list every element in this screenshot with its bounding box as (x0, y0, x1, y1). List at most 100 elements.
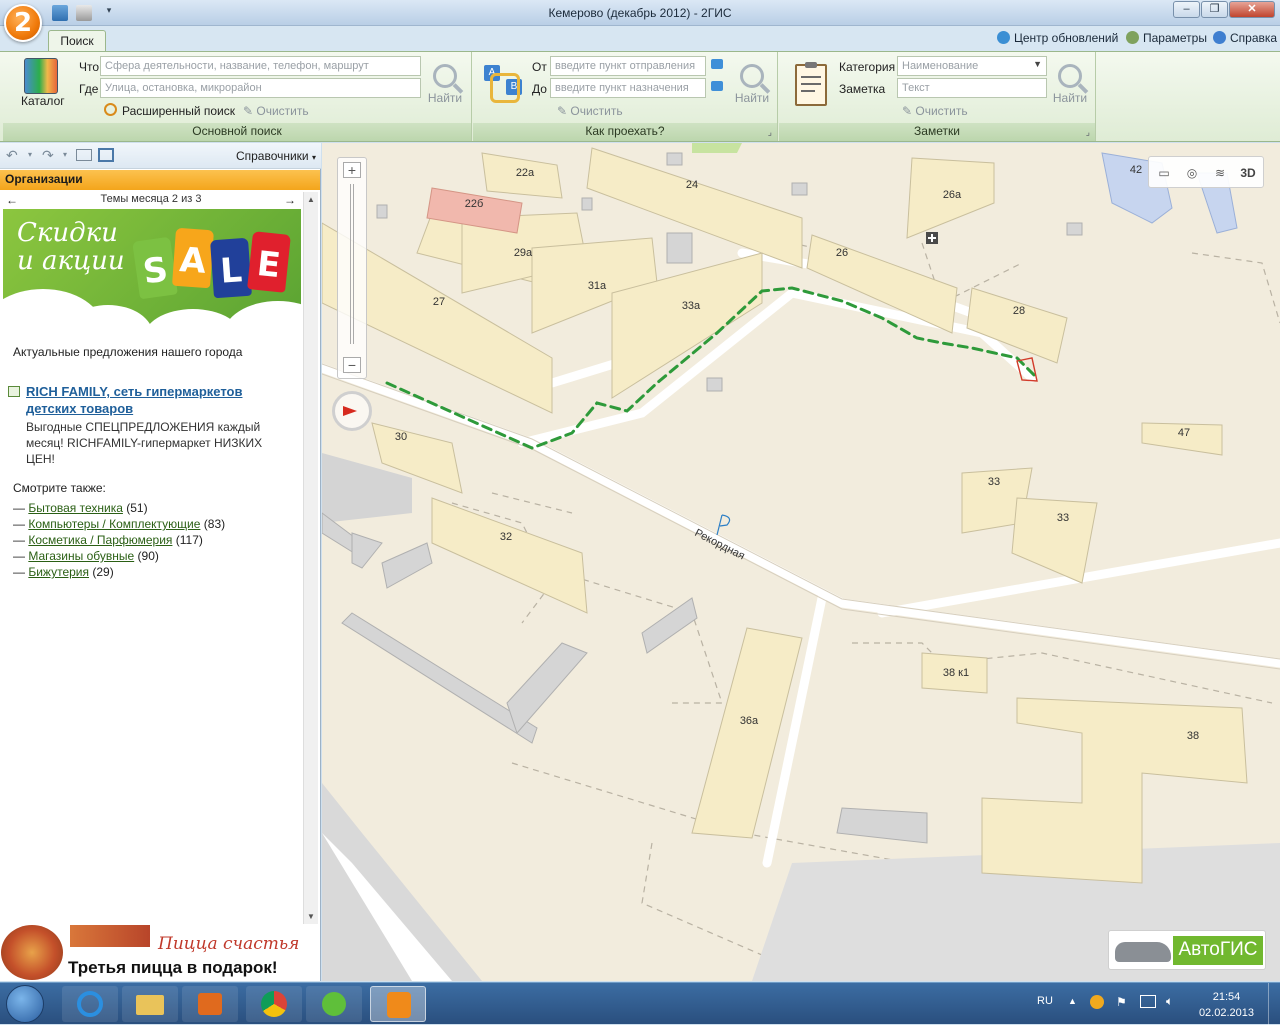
help-label: Справка (1230, 31, 1278, 45)
link-computers[interactable]: Компьютеры / Комплектующие (28, 517, 200, 531)
taskbar-ie-icon[interactable] (62, 986, 118, 1022)
layers-icon[interactable]: ≋ (1209, 163, 1231, 183)
directory-dropdown[interactable]: Справочники ▾ (236, 149, 316, 163)
sale-tag-l: L (210, 237, 252, 299)
scroll-up-icon[interactable]: ▲ (307, 195, 315, 204)
autogis-banner[interactable]: АвтоГИС (1108, 930, 1266, 970)
clear-notes-button[interactable]: ✎ Очистить (902, 104, 968, 118)
route-expand-icon[interactable]: ⌟ (768, 127, 772, 138)
notes-expand-icon[interactable]: ⌟ (1086, 127, 1090, 138)
chevron-down-icon: ▼ (1033, 59, 1042, 69)
forward-dropdown-icon[interactable]: ▾ (63, 150, 67, 159)
catalog-label[interactable]: Каталог (21, 94, 65, 108)
sale-banner[interactable]: Скидки и акции S A L E (3, 209, 301, 331)
find-notes-button[interactable]: Найти (1050, 64, 1090, 105)
link-cosmetics[interactable]: Косметика / Парфюмерия (28, 533, 172, 547)
pizza-title: Пицца счастья (158, 934, 300, 954)
building-label: 47 (1178, 427, 1190, 439)
link-jewelry[interactable]: Бижутерия (28, 565, 89, 579)
link-appliances[interactable]: Бытовая техника (28, 501, 123, 515)
banner-line-2: и акции (17, 246, 125, 276)
from-input[interactable]: введите пункт отправления (550, 56, 706, 76)
list-item: — Магазины обувные (90) (13, 549, 159, 563)
show-desktop-button[interactable] (1268, 983, 1280, 1025)
catalog-icon[interactable] (24, 58, 58, 94)
clock-time: 21:54 (1212, 991, 1241, 1003)
note-input[interactable]: Текст (897, 78, 1047, 98)
panel-view-icon[interactable] (76, 149, 92, 161)
building-label: 32 (500, 531, 512, 543)
building-label: 26 (836, 247, 848, 259)
route-group: A B От введите пункт отправления До введ… (473, 52, 778, 141)
sale-tag-e: E (247, 231, 291, 293)
radius-icon[interactable]: ◎ (1181, 163, 1203, 183)
from-pick-icon[interactable] (711, 59, 723, 69)
taskbar-explorer-icon[interactable] (122, 986, 178, 1022)
start-button[interactable] (6, 985, 44, 1023)
clear-main-button[interactable]: ✎ Очистить (243, 104, 309, 118)
promo-text-line-3: ЦЕН! (26, 452, 55, 466)
compass-button[interactable] (332, 391, 372, 431)
building-label: 29а (514, 247, 533, 259)
route-icon[interactable]: A B (484, 65, 526, 107)
where-input[interactable]: Улица, остановка, микрорайон (100, 78, 421, 98)
promo-title-line-1: RICH FAMILY, сеть гипермаркетов (26, 384, 243, 399)
ribbon-tabs: Поиск Центр обновлений Параметры Справка (0, 26, 1280, 53)
network-icon[interactable] (1140, 995, 1156, 1008)
maximize-button[interactable]: ❐ (1201, 1, 1228, 18)
compass-arrow-icon (343, 406, 357, 416)
link-count: (29) (92, 565, 114, 579)
3d-toggle-button[interactable]: 3D (1237, 163, 1259, 183)
clock[interactable]: 21:54 02.02.2013 (1199, 989, 1254, 1021)
taskbar-2gis-icon[interactable] (370, 986, 426, 1022)
flag-icon[interactable]: ⚑ (1116, 995, 1127, 1009)
notes-icon[interactable] (795, 62, 827, 106)
parameters-link[interactable]: Параметры (1126, 31, 1207, 45)
back-dropdown-icon[interactable]: ▾ (28, 150, 32, 159)
back-icon[interactable]: ↶ (6, 147, 18, 164)
find-main-button[interactable]: Найти (425, 64, 465, 105)
left-scrollbar[interactable]: ▲ ▼ (303, 192, 318, 924)
taskbar-chrome-icon[interactable] (246, 986, 302, 1022)
forward-icon[interactable]: ↷ (42, 147, 54, 164)
tray-app-icon[interactable] (1090, 995, 1104, 1009)
car-icon (1115, 942, 1171, 962)
app-logo[interactable]: 2 (4, 4, 42, 42)
volume-icon[interactable]: 🔈︎ (1166, 994, 1173, 1009)
help-link[interactable]: Справка (1213, 31, 1277, 45)
zoom-out-button[interactable]: − (343, 357, 361, 373)
find-route-label: Найти (734, 91, 770, 105)
month-topics-label: Темы месяца 2 из 3 (100, 193, 202, 205)
refresh-icon (997, 31, 1010, 44)
scroll-down-icon[interactable]: ▼ (307, 912, 315, 921)
building-label: 22б (465, 198, 484, 210)
to-input[interactable]: введите пункт назначения (550, 78, 706, 98)
next-topic-arrow-icon[interactable]: → (284, 193, 296, 207)
to-pick-icon[interactable] (711, 81, 723, 91)
building-label: 33 (988, 476, 1000, 488)
building-label: 38 (1187, 730, 1199, 742)
what-input[interactable]: Сфера деятельности, название, телефон, м… (100, 56, 421, 76)
language-indicator[interactable]: RU (1037, 995, 1053, 1007)
taskbar-icq-icon[interactable] (306, 986, 362, 1022)
updates-center-link[interactable]: Центр обновлений (997, 31, 1118, 45)
clear-route-button[interactable]: ✎ Очистить (557, 104, 623, 118)
minimize-button[interactable]: – (1173, 1, 1200, 18)
pizza-banner[interactable]: Пицца счастья Третья пицца в подарок! (0, 924, 320, 981)
advanced-search-link[interactable]: Расширенный поиск (122, 104, 235, 118)
category-select[interactable]: Наименование ▼ (897, 56, 1047, 76)
zoom-in-button[interactable]: + (343, 162, 361, 178)
link-shoes[interactable]: Магазины обувные (28, 549, 134, 563)
map-view[interactable]: 22а 24 26а 42 22б 29а 26 31а 27 33а 28 3… (322, 143, 1280, 981)
list-view-icon[interactable] (98, 148, 114, 162)
ruler-icon[interactable]: ▭ (1153, 163, 1175, 183)
find-route-button[interactable]: Найти (732, 64, 772, 105)
zoom-slider[interactable] (350, 184, 354, 344)
tab-search[interactable]: Поиск (48, 30, 106, 53)
taskbar-media-icon[interactable] (182, 986, 238, 1022)
organizations-header[interactable]: Организации (0, 170, 320, 190)
list-item: — Бижутерия (29) (13, 565, 114, 579)
close-button[interactable]: ✕ (1229, 1, 1275, 18)
tray-expand-icon[interactable]: ▲ (1068, 996, 1077, 1006)
promo-title-link[interactable]: RICH FAMILY, сеть гипермаркетов детских т… (26, 383, 242, 417)
